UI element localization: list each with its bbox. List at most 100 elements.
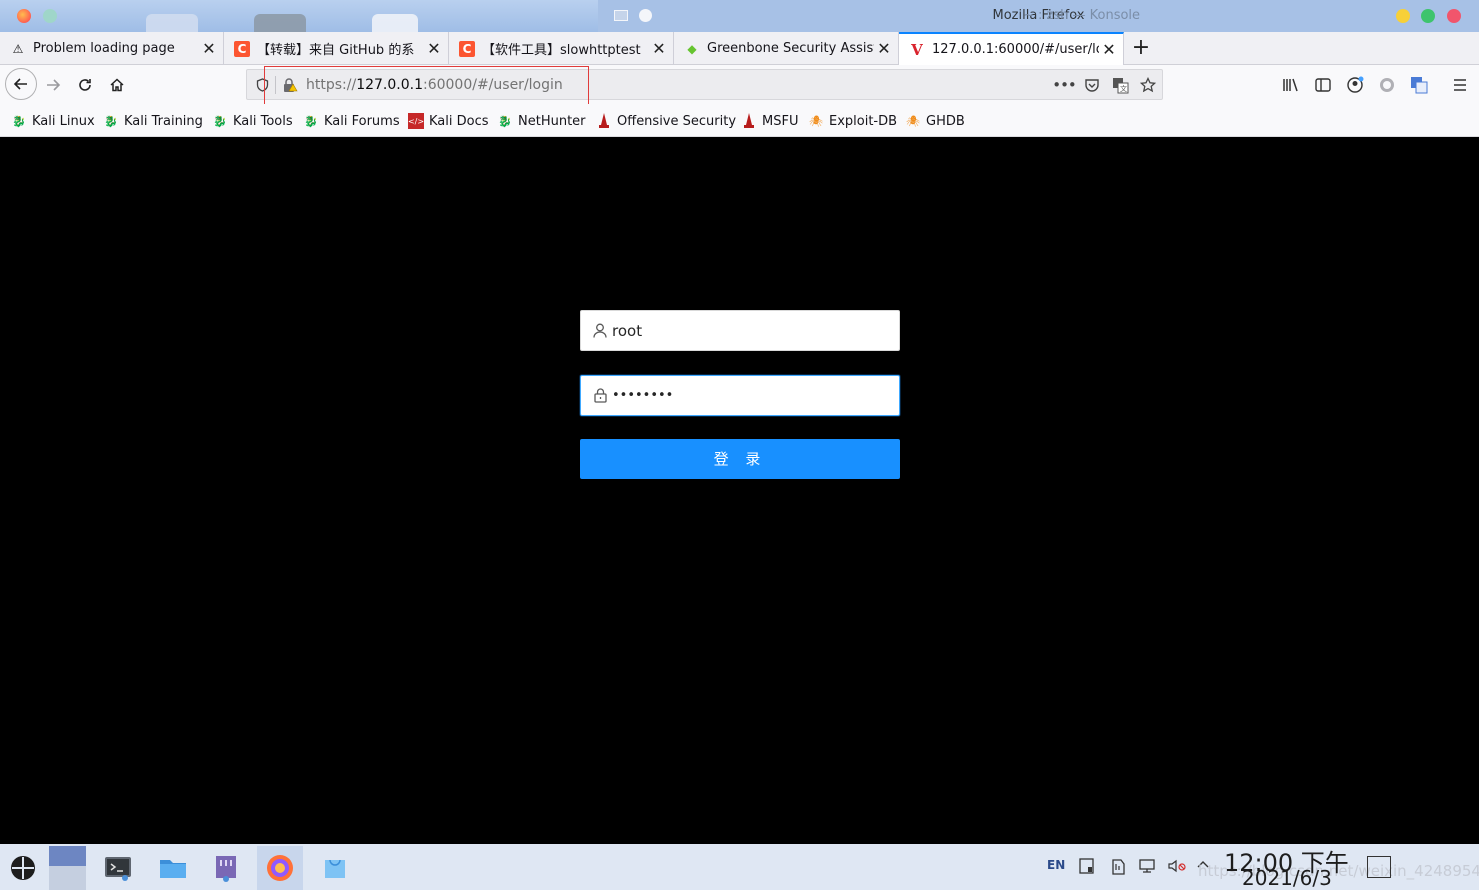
taskbar-store[interactable] — [312, 846, 358, 890]
translator-extension-icon[interactable] — [1409, 75, 1429, 95]
battery-icon[interactable] — [1110, 858, 1126, 878]
clipboard-icon[interactable] — [1079, 858, 1094, 877]
reload-icon — [79, 79, 91, 91]
kali-icon: 🐉 — [304, 114, 318, 128]
minimize-button[interactable] — [1396, 9, 1410, 23]
network-icon[interactable] — [1138, 858, 1156, 877]
background-window-title: ~ : zsh — Konsole — [1023, 8, 1141, 23]
bookmark-label: Kali Tools — [233, 113, 293, 129]
csdn-icon: C — [234, 40, 250, 57]
folder-icon — [160, 860, 186, 878]
taskbar-file-manager[interactable] — [150, 846, 196, 890]
arrow-left-icon — [13, 78, 27, 90]
hamburger-menu-icon[interactable] — [1450, 75, 1470, 95]
volume-muted-icon[interactable] — [1167, 858, 1187, 877]
terminal-icon — [105, 857, 131, 881]
username-field[interactable] — [580, 310, 900, 351]
document-ghost-icon — [372, 14, 418, 34]
bookmark-label: GHDB — [926, 113, 965, 129]
user-icon — [593, 323, 607, 339]
arrow-right-icon — [47, 79, 61, 91]
app-grid-icon — [11, 856, 35, 880]
tab-csdn-github[interactable]: C 【转载】来自 GitHub 的系 ✕ — [224, 32, 449, 65]
translate-icon[interactable]: 文 — [1111, 76, 1129, 94]
bookmarks-toolbar: 🐉 Kali Linux 🐉 Kali Training 🐉 Kali Tools 🐉… — [0, 104, 1479, 137]
reload-button[interactable] — [70, 70, 100, 100]
offsec-icon — [741, 113, 757, 129]
bookmark-label: NetHunter — [518, 113, 586, 129]
warning-icon: ⚠ — [12, 41, 24, 56]
tab-title: 127.0.0.1:60000/#/user/lo — [932, 42, 1099, 57]
taskbar-text-editor[interactable] — [203, 846, 249, 890]
close-tab-icon[interactable]: ✕ — [874, 39, 894, 58]
bookmark-label: Kali Linux — [32, 113, 95, 129]
close-tab-icon[interactable]: ✕ — [424, 39, 444, 58]
tab-title: 【软件工具】slowhttptest — [482, 43, 641, 58]
bookmark-kali-training[interactable]: 🐉 Kali Training — [103, 113, 203, 129]
v-icon: V — [911, 40, 923, 59]
bookmark-kali-tools[interactable]: 🐉 Kali Tools — [212, 113, 293, 129]
bookmark-label: Kali Docs — [429, 113, 489, 129]
password-field[interactable]: •••••••• — [580, 375, 900, 416]
bookmark-offensive-security[interactable]: Offensive Security — [596, 113, 736, 129]
bookmark-label: MSFU — [762, 113, 799, 129]
bookmark-kali-forums[interactable]: 🐉 Kali Forums — [303, 113, 400, 129]
tab-problem-loading[interactable]: ⚠ Problem loading page ✕ — [0, 32, 224, 65]
tab-login-active[interactable]: V 127.0.0.1:60000/#/user/lo ✕ — [899, 32, 1124, 65]
close-window-button[interactable] — [1447, 9, 1461, 23]
home-button[interactable] — [102, 70, 132, 100]
library-icon[interactable] — [1281, 75, 1301, 95]
firefox-logo-icon — [17, 9, 31, 23]
clock-date[interactable]: 2021/6/3 — [1242, 866, 1332, 890]
bookmark-nethunter[interactable]: 🐉 NetHunter — [497, 113, 586, 129]
username-input[interactable] — [612, 321, 892, 340]
maximize-button[interactable] — [1421, 9, 1435, 23]
password-input[interactable]: •••••••• — [612, 388, 673, 403]
account-icon[interactable] — [1345, 75, 1365, 95]
csdn-icon: C — [459, 40, 475, 57]
bookmark-kali-linux[interactable]: 🐉 Kali Linux — [11, 113, 95, 129]
kali-icon: 🐉 — [498, 114, 512, 128]
back-button[interactable] — [5, 68, 37, 100]
home-icon — [110, 78, 124, 92]
taskbar-firefox[interactable] — [257, 846, 303, 890]
language-indicator[interactable]: EN — [1047, 858, 1065, 872]
window-title-area: Mozilla Firefox ~ : zsh — Konsole — [598, 0, 1479, 32]
close-tab-icon[interactable]: ✕ — [1099, 40, 1119, 59]
lock-icon — [593, 388, 607, 404]
bookmark-star-icon[interactable] — [1139, 76, 1157, 94]
pocket-icon[interactable] — [1083, 76, 1101, 94]
tab-title: Problem loading page — [33, 41, 175, 56]
desktop-strip — [0, 0, 600, 34]
bookmark-exploit-db[interactable]: 🕷 Exploit-DB — [808, 113, 897, 129]
bookmark-label: Kali Forums — [324, 113, 400, 129]
bookmark-msfu[interactable]: MSFU — [741, 113, 798, 129]
page-actions-icon[interactable]: ••• — [1052, 76, 1077, 94]
kali-icon: 🐉 — [213, 114, 227, 128]
sidebar-icon[interactable] — [1313, 75, 1333, 95]
pager-desktop-switcher[interactable] — [49, 846, 86, 890]
tab-greenbone[interactable]: ◆ Greenbone Security Assist ✕ — [674, 32, 899, 65]
forward-button[interactable] — [38, 70, 68, 100]
kali-icon: 🐉 — [104, 114, 118, 128]
close-tab-icon[interactable]: ✕ — [199, 39, 219, 58]
page-content — [0, 137, 1479, 844]
tab-csdn-slowhttptest[interactable]: C 【软件工具】slowhttptest ✕ — [449, 32, 674, 65]
offsec-icon — [596, 113, 612, 129]
shopping-bag-icon — [325, 859, 345, 878]
bookmark-ghdb[interactable]: 🕷 GHDB — [905, 113, 965, 129]
login-button[interactable]: 登 录 — [580, 439, 900, 479]
tab-title: 【转载】来自 GitHub 的系 — [257, 43, 415, 58]
app-launcher-button[interactable] — [0, 846, 46, 890]
show-desktop-button[interactable] — [1367, 856, 1391, 878]
kali-docs-icon: </> — [408, 113, 424, 129]
taskbar-konsole[interactable] — [95, 846, 141, 890]
extension-circle-icon[interactable] — [1377, 75, 1397, 95]
firefox-icon — [267, 855, 293, 881]
close-tab-icon[interactable]: ✕ — [649, 39, 669, 58]
exploitdb-icon: 🕷 — [809, 114, 823, 128]
bookmark-kali-docs[interactable]: </> Kali Docs — [408, 113, 489, 129]
folder-ghost-icon — [146, 14, 198, 34]
new-tab-button[interactable]: + — [1128, 37, 1154, 61]
greenbone-icon: ◆ — [687, 41, 697, 56]
